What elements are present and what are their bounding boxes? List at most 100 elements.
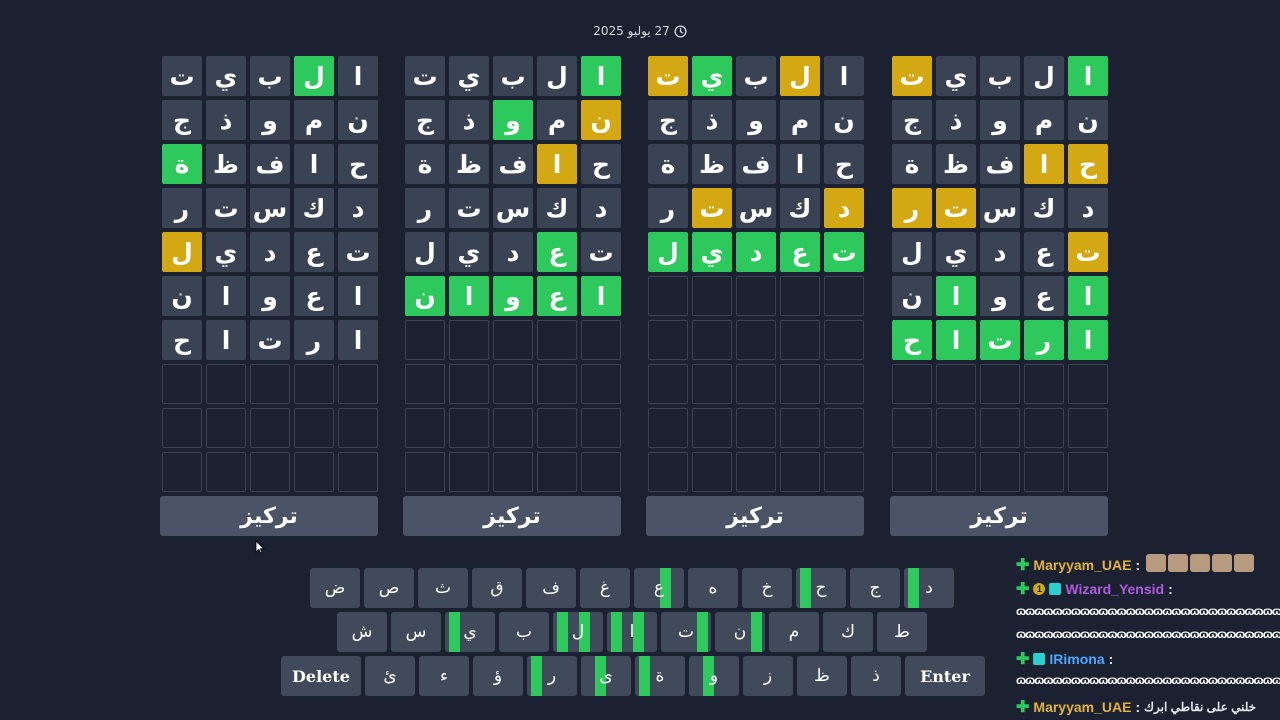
key[interactable]: و (689, 656, 739, 696)
key-label: ذ (872, 666, 880, 686)
key[interactable]: ؤ (473, 656, 523, 696)
empty-tile (736, 364, 776, 404)
letter-tile: ت (250, 320, 290, 360)
letter-tile: ا (1024, 144, 1064, 184)
empty-tile (692, 364, 732, 404)
key[interactable]: ق (472, 568, 522, 608)
emote-icon (1234, 554, 1255, 572)
key[interactable]: ج (850, 568, 900, 608)
focus-button[interactable]: تركيز (646, 496, 864, 536)
key[interactable]: ي (445, 612, 495, 652)
board-2: البيتنموذجحافظةدكسترتعديلاعوان تركيز (403, 56, 621, 536)
plus-icon: ✚ (1016, 699, 1030, 716)
key[interactable]: خ (742, 568, 792, 608)
letter-tile: ج (162, 100, 202, 140)
chat-username[interactable]: Wizard_Yensid (1065, 581, 1164, 597)
letter-tile: ت (980, 320, 1020, 360)
letter-tile: ح (338, 144, 378, 184)
key[interactable]: ص (364, 568, 414, 608)
key[interactable]: ط (877, 612, 927, 652)
key-label: س (405, 622, 427, 642)
letter-tile: ي (692, 232, 732, 272)
letter-tile: ف (250, 144, 290, 184)
key[interactable]: د (904, 568, 954, 608)
empty-tile (493, 408, 533, 448)
empty-tile (648, 276, 688, 316)
letter-tile: ج (892, 100, 932, 140)
key[interactable]: م (769, 612, 819, 652)
chat-username[interactable]: IRimona (1049, 651, 1104, 667)
key-label: ش (351, 622, 373, 642)
empty-tile (980, 452, 1020, 492)
key[interactable]: ز (743, 656, 793, 696)
key-label: ف (542, 578, 560, 598)
empty-tile (206, 364, 246, 404)
focus-button[interactable]: تركيز (160, 496, 378, 536)
focus-button[interactable]: تركيز (403, 496, 621, 536)
empty-tile (648, 452, 688, 492)
chat-username[interactable]: Maryyam_UAE (1033, 557, 1131, 573)
empty-tile (780, 364, 820, 404)
delete-key[interactable]: Delete (281, 656, 361, 696)
letter-tile: ذ (206, 100, 246, 140)
chat-username[interactable]: Maryyam_UAE (1033, 699, 1131, 715)
letter-tile: ت (892, 56, 932, 96)
key[interactable]: ت (661, 612, 711, 652)
empty-tile (581, 408, 621, 448)
key[interactable]: ة (635, 656, 685, 696)
letter-tile: ي (936, 232, 976, 272)
empty-tile (405, 408, 445, 448)
key[interactable]: ح (796, 568, 846, 608)
letter-tile: س (250, 188, 290, 228)
letter-tile: د (736, 232, 776, 272)
key[interactable]: ا (607, 612, 657, 652)
letter-tile: ا (581, 56, 621, 96)
key[interactable]: ى (581, 656, 631, 696)
key[interactable]: ظ (797, 656, 847, 696)
key-label: ح (815, 578, 827, 598)
letter-tile: ن (1068, 100, 1108, 140)
key[interactable]: ع (634, 568, 684, 608)
letter-tile: ت (648, 56, 688, 96)
key-label: ع (653, 578, 665, 598)
letter-tile: ن (892, 276, 932, 316)
key[interactable]: ذ (851, 656, 901, 696)
enter-key[interactable]: Enter (905, 656, 985, 696)
letter-tile: ك (537, 188, 577, 228)
key[interactable]: ش (337, 612, 387, 652)
letter-tile: ت (936, 188, 976, 228)
key[interactable]: س (391, 612, 441, 652)
letter-tile: ل (405, 232, 445, 272)
key-label: ء (440, 666, 448, 686)
badge-icon (1033, 653, 1046, 665)
letter-tile: ا (780, 144, 820, 184)
letter-tile: ر (648, 188, 688, 228)
letter-tile: ل (294, 56, 334, 96)
key[interactable]: ل (553, 612, 603, 652)
letter-tile: ي (692, 56, 732, 96)
key[interactable]: ب (499, 612, 549, 652)
empty-tile (648, 364, 688, 404)
key[interactable]: ث (418, 568, 468, 608)
key[interactable]: ف (526, 568, 576, 608)
key[interactable]: ر (527, 656, 577, 696)
key-board-marker (800, 568, 811, 608)
focus-button[interactable]: تركيز (890, 496, 1108, 536)
empty-tile (648, 320, 688, 360)
key[interactable]: غ (580, 568, 630, 608)
letter-tile: ظ (206, 144, 246, 184)
keyboard-row-2: ش سيبلاتنمكط (337, 612, 927, 652)
key[interactable]: ئ (365, 656, 415, 696)
key[interactable]: ن (715, 612, 765, 652)
key[interactable]: ك (823, 612, 873, 652)
letter-tile: د (493, 232, 533, 272)
key[interactable]: ه (688, 568, 738, 608)
letter-tile: ا (1068, 56, 1108, 96)
empty-tile (824, 276, 864, 316)
key[interactable]: ء (419, 656, 469, 696)
key-board-marker (611, 612, 622, 652)
key[interactable]: ض (310, 568, 360, 608)
letter-tile: و (980, 276, 1020, 316)
letter-tile: ف (736, 144, 776, 184)
key-board-marker (557, 612, 568, 652)
